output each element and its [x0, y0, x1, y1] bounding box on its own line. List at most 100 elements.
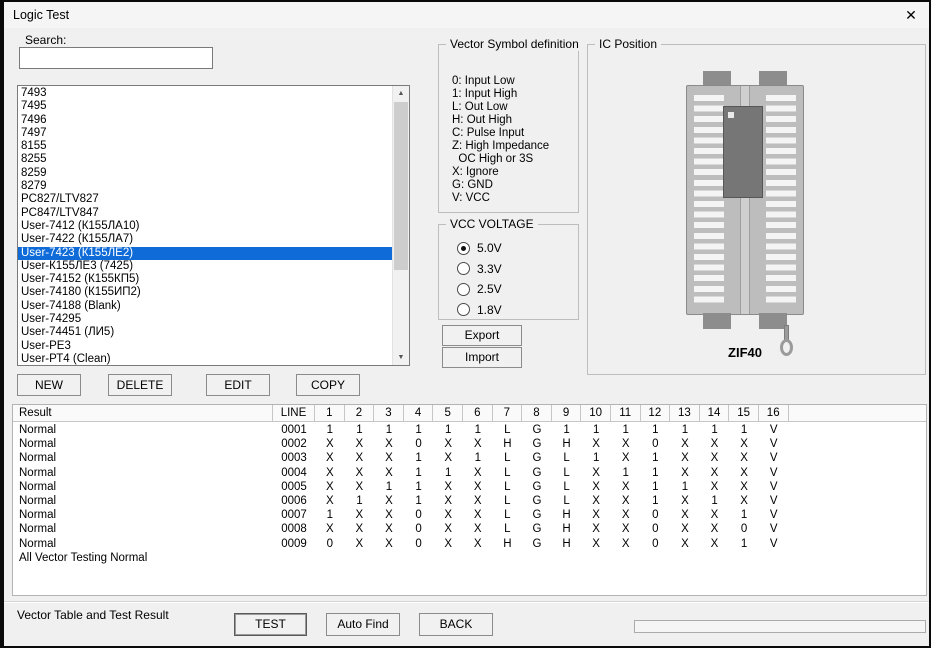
cell-pin: X — [700, 466, 730, 480]
radio-icon[interactable] — [457, 303, 470, 316]
column-header[interactable]: 12 — [641, 405, 671, 422]
list-item[interactable]: User-К155ЛЕ3 (7425) — [18, 260, 392, 273]
radio-icon[interactable] — [457, 262, 470, 275]
list-item[interactable]: PC827/LTV827 — [18, 193, 392, 206]
column-header[interactable]: 6 — [463, 405, 493, 422]
list-item[interactable]: 7497 — [18, 127, 392, 140]
import-button[interactable]: Import — [442, 347, 522, 368]
column-header[interactable]: 3 — [374, 405, 404, 422]
cell-result: Normal — [13, 508, 273, 522]
vcc-option-18V[interactable]: 1.8V — [457, 300, 502, 321]
table-row[interactable]: Normal0004XXX11XLGLX11XXXV — [13, 466, 926, 480]
delete-button[interactable]: DELETE — [108, 374, 172, 396]
cell-pin: X — [463, 437, 493, 451]
column-header[interactable]: 1 — [315, 405, 345, 422]
table-row[interactable]: Normal0002XXX0XXHGHXX0XXXV — [13, 437, 926, 451]
vector-symbol-title: Vector Symbol definition — [446, 37, 583, 51]
cell-pin: X — [374, 508, 404, 522]
column-header[interactable]: 8 — [522, 405, 552, 422]
cell-pin: 1 — [433, 423, 463, 437]
column-header[interactable]: Result — [13, 405, 273, 422]
column-header[interactable]: 7 — [493, 405, 523, 422]
cell-pin: X — [581, 508, 611, 522]
table-row[interactable]: Normal0005XX11XXLGLXX11XXV — [13, 480, 926, 494]
list-item[interactable]: 8155 — [18, 140, 392, 153]
list-item[interactable]: User-7412 (К155ЛА10) — [18, 220, 392, 233]
table-row[interactable]: Normal0001111111LG1111111V — [13, 423, 926, 437]
list-item[interactable]: 8279 — [18, 180, 392, 193]
list-item[interactable]: User-7423 (К155ЛЕ2) — [18, 247, 392, 260]
cell-pin: V — [759, 494, 789, 508]
list-item[interactable]: User-74188 (Blank) — [18, 300, 392, 313]
list-item[interactable]: 7493 — [18, 87, 392, 100]
cell-pin: 1 — [729, 508, 759, 522]
new-button[interactable]: NEW — [17, 374, 81, 396]
cell-pin: G — [522, 522, 552, 536]
list-item[interactable]: User-74451 (ЛИ5) — [18, 326, 392, 339]
column-header[interactable]: 4 — [404, 405, 434, 422]
pin-slots-right — [766, 95, 796, 305]
cell-result: Normal — [13, 522, 273, 536]
list-item[interactable]: 8259 — [18, 167, 392, 180]
column-header[interactable]: 9 — [552, 405, 582, 422]
list-item[interactable]: 7495 — [18, 100, 392, 113]
table-row[interactable]: Normal00090XX0XXHGHXX0XX1V — [13, 537, 926, 551]
vcc-option-50V[interactable]: 5.0V — [457, 238, 502, 259]
cell-pin: L — [493, 466, 523, 480]
list-scrollbar[interactable]: ▲ ▼ — [392, 86, 409, 365]
column-header[interactable]: 10 — [581, 405, 611, 422]
cell-pin: G — [522, 537, 552, 551]
column-header[interactable]: 15 — [729, 405, 759, 422]
table-row[interactable]: Normal0003XXX1X1LGL1X1XXXV — [13, 451, 926, 465]
list-item[interactable]: User-74180 (К155ИП2) — [18, 286, 392, 299]
cell-pin: L — [552, 494, 582, 508]
cell-pin: X — [729, 437, 759, 451]
radio-icon[interactable] — [457, 242, 470, 255]
search-input[interactable] — [19, 47, 213, 69]
radio-icon[interactable] — [457, 283, 470, 296]
column-header[interactable]: 16 — [759, 405, 789, 422]
list-item[interactable]: User-7422 (К155ЛА7) — [18, 233, 392, 246]
list-item[interactable]: 8255 — [18, 153, 392, 166]
list-item[interactable]: User-РТ4 (Clean) — [18, 353, 392, 365]
cell-pin: L — [493, 522, 523, 536]
zif-socket-icon — [686, 71, 804, 337]
vcc-option-25V[interactable]: 2.5V — [457, 279, 502, 300]
cell-pin: X — [611, 451, 641, 465]
table-row[interactable]: Normal0008XXX0XXLGHXX0XX0V — [13, 522, 926, 536]
ic-list-items: 74937495749674978155825582598279PC827/LT… — [18, 87, 392, 365]
copy-button[interactable]: COPY — [296, 374, 360, 396]
cell-pin: V — [759, 508, 789, 522]
column-header[interactable]: 11 — [611, 405, 641, 422]
list-item[interactable]: PC847/LTV847 — [18, 207, 392, 220]
list-item[interactable]: User-74295 — [18, 313, 392, 326]
scrollbar-thumb[interactable] — [394, 102, 408, 270]
table-row[interactable]: Normal0006X1X1XXLGLXX1X1XV — [13, 494, 926, 508]
auto-find-button[interactable]: Auto Find — [326, 613, 400, 636]
vcc-option-33V[interactable]: 3.3V — [457, 259, 502, 280]
column-header[interactable]: 13 — [670, 405, 700, 422]
column-header[interactable]: LINE — [273, 405, 315, 422]
scroll-up-icon[interactable]: ▲ — [393, 86, 409, 101]
cell-pin: X — [433, 522, 463, 536]
list-item[interactable]: 7496 — [18, 114, 392, 127]
edit-button[interactable]: EDIT — [206, 374, 270, 396]
back-button[interactable]: BACK — [419, 613, 493, 636]
cell-pin: X — [729, 451, 759, 465]
close-icon[interactable]: ✕ — [901, 5, 921, 25]
scroll-down-icon[interactable]: ▼ — [393, 350, 409, 365]
cell-pin: X — [670, 522, 700, 536]
pin-slots-left — [694, 95, 724, 305]
table-row[interactable]: Normal00071XX0XXLGHXX0XX1V — [13, 508, 926, 522]
list-item[interactable]: User-74152 (К155КП5) — [18, 273, 392, 286]
test-button[interactable]: TEST — [234, 613, 307, 636]
vector-symbol-line: L: Out Low — [452, 101, 549, 114]
column-header[interactable]: 14 — [700, 405, 730, 422]
window-title: Logic Test — [13, 8, 69, 22]
export-button[interactable]: Export — [442, 325, 522, 346]
column-header[interactable]: 5 — [433, 405, 463, 422]
cell-result: Normal — [13, 466, 273, 480]
column-header[interactable]: 2 — [345, 405, 375, 422]
list-item[interactable]: User-РЕ3 — [18, 340, 392, 353]
cell-pin: X — [463, 480, 493, 494]
